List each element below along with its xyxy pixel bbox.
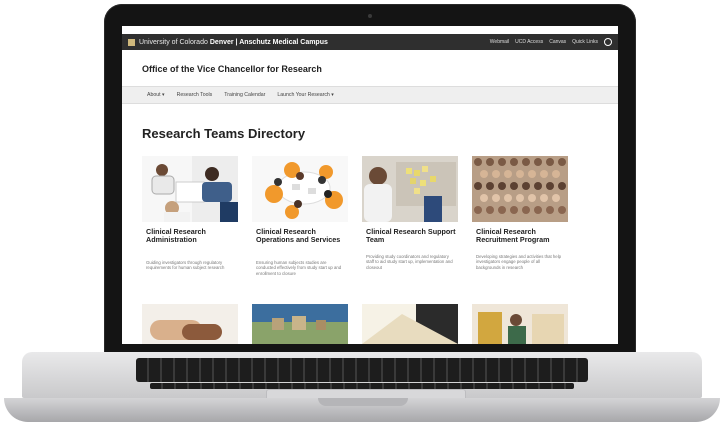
card-title[interactable]: Clinical Research Support Team — [366, 228, 456, 244]
page-title: Research Teams Directory — [142, 126, 306, 141]
card-clinical-research-operations[interactable]: Clinical Research Operations and Service… — [252, 156, 348, 292]
camera — [368, 14, 372, 18]
university-name[interactable]: University of Colorado Denver | Anschutz … — [139, 39, 328, 46]
search-icon[interactable] — [604, 38, 612, 46]
university-header: University of Colorado Denver | Anschutz … — [122, 34, 618, 50]
top-link-webmail[interactable]: Webmail — [490, 39, 509, 45]
office-title[interactable]: Office of the Vice Chancellor for Resear… — [142, 64, 322, 74]
card-title[interactable]: Clinical Research Recruitment Program — [476, 228, 566, 244]
card-title[interactable]: Clinical Research Operations and Service… — [256, 228, 346, 244]
laptop-notch — [318, 398, 408, 406]
card-image — [362, 156, 458, 222]
card-clinical-research-support-team[interactable]: Clinical Research Support Team Providing… — [362, 156, 458, 292]
top-link-ucd-access[interactable]: UCD Access — [515, 39, 543, 45]
nav-item-training-calendar[interactable]: Training Calendar — [221, 90, 268, 100]
card-description: Providing study coordinators and regulat… — [366, 254, 453, 270]
card-clinical-research-administration[interactable]: Clinical Research Administration Guiding… — [142, 156, 238, 292]
card-image-row2-2[interactable] — [252, 304, 348, 344]
card-image-row2-4[interactable] — [472, 304, 568, 344]
main-nav: About ▾ Research Tools Training Calendar… — [122, 86, 618, 104]
top-link-quick-links[interactable]: Quick Links — [572, 39, 598, 45]
card-image — [472, 156, 568, 222]
card-description: Guiding investigators through regulatory… — [146, 260, 225, 271]
card-image-row2-1[interactable] — [142, 304, 238, 344]
keyboard — [136, 358, 588, 382]
cu-logo-icon — [128, 38, 135, 46]
card-description: Developing strategies and activities tha… — [476, 254, 562, 270]
card-description: Ensuring human subjects studies are cond… — [256, 260, 342, 276]
card-image-row2-3[interactable] — [362, 304, 458, 344]
card-clinical-research-recruitment[interactable]: Clinical Research Recruitment Program De… — [472, 156, 568, 292]
nav-item-research-tools[interactable]: Research Tools — [174, 90, 216, 100]
nav-item-launch-your-research[interactable]: Launch Your Research ▾ — [274, 90, 337, 100]
card-image — [252, 156, 348, 222]
screen: University of Colorado Denver | Anschutz … — [122, 26, 618, 344]
top-links: Webmail UCD Access Canvas Quick Links — [490, 39, 598, 45]
card-title[interactable]: Clinical Research Administration — [146, 228, 236, 244]
nav-item-about[interactable]: About ▾ — [144, 90, 168, 100]
top-link-canvas[interactable]: Canvas — [549, 39, 566, 45]
card-image — [142, 156, 238, 222]
